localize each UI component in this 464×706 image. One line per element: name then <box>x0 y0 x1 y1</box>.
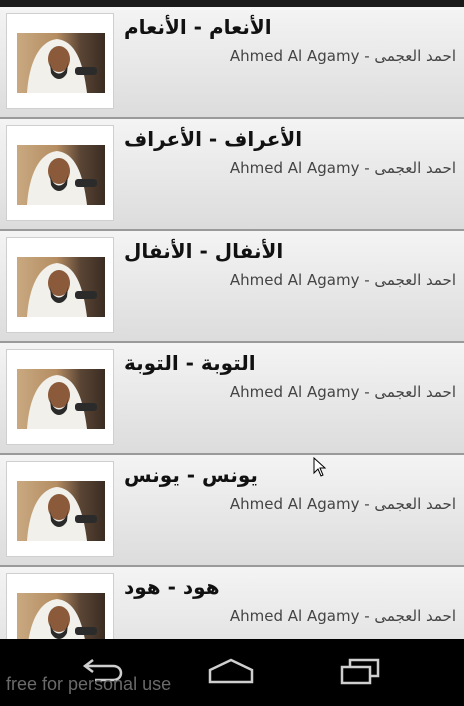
recent-apps-icon <box>340 658 380 685</box>
surah-title: هود - هود <box>124 575 220 599</box>
reciter-name: احمد العجمى - Ahmed Al Agamy <box>229 159 456 177</box>
watermark-text: free for personal use <box>6 674 172 694</box>
home-button[interactable] <box>201 649 261 693</box>
reciter-thumbnail <box>6 573 114 639</box>
surah-title: يونس - يونس <box>124 463 258 487</box>
reciter-name: احمد العجمى - Ahmed Al Agamy <box>229 383 456 401</box>
reciter-photo <box>17 481 105 541</box>
surah-title: الأعراف - الأعراف <box>124 127 303 151</box>
navigation-bar <box>0 639 464 706</box>
recent-apps-button[interactable] <box>330 649 390 693</box>
list-item[interactable]: يونس - يونس احمد العجمى - Ahmed Al Agamy <box>0 455 464 567</box>
reciter-photo <box>17 593 105 639</box>
mouse-pointer-icon <box>313 457 327 477</box>
reciter-name: احمد العجمى - Ahmed Al Agamy <box>229 47 456 65</box>
list-item[interactable]: الأعراف - الأعراف احمد العجمى - Ahmed Al… <box>0 119 464 231</box>
reciter-thumbnail <box>6 237 114 333</box>
reciter-thumbnail <box>6 461 114 557</box>
surah-title: التوبة - التوبة <box>124 351 256 375</box>
status-bar-strip <box>0 0 464 7</box>
reciter-name: احمد العجمى - Ahmed Al Agamy <box>229 607 456 625</box>
reciter-thumbnail <box>6 125 114 221</box>
list-item[interactable]: التوبة - التوبة احمد العجمى - Ahmed Al A… <box>0 343 464 455</box>
reciter-photo <box>17 145 105 205</box>
reciter-thumbnail <box>6 13 114 109</box>
reciter-name: احمد العجمى - Ahmed Al Agamy <box>229 271 456 289</box>
reciter-photo <box>17 257 105 317</box>
recitation-list[interactable]: الأنعام - الأنعام احمد العجمى - Ahmed Al… <box>0 7 464 639</box>
list-item[interactable]: هود - هود احمد العجمى - Ahmed Al Agamy <box>0 567 464 639</box>
reciter-thumbnail <box>6 349 114 445</box>
list-item[interactable]: الأنعام - الأنعام احمد العجمى - Ahmed Al… <box>0 7 464 119</box>
list-item[interactable]: الأنفال - الأنفال احمد العجمى - Ahmed Al… <box>0 231 464 343</box>
home-icon <box>208 658 254 684</box>
surah-title: الأنعام - الأنعام <box>124 15 272 39</box>
reciter-photo <box>17 33 105 93</box>
reciter-name: احمد العجمى - Ahmed Al Agamy <box>229 495 456 513</box>
surah-title: الأنفال - الأنفال <box>124 239 284 263</box>
reciter-photo <box>17 369 105 429</box>
